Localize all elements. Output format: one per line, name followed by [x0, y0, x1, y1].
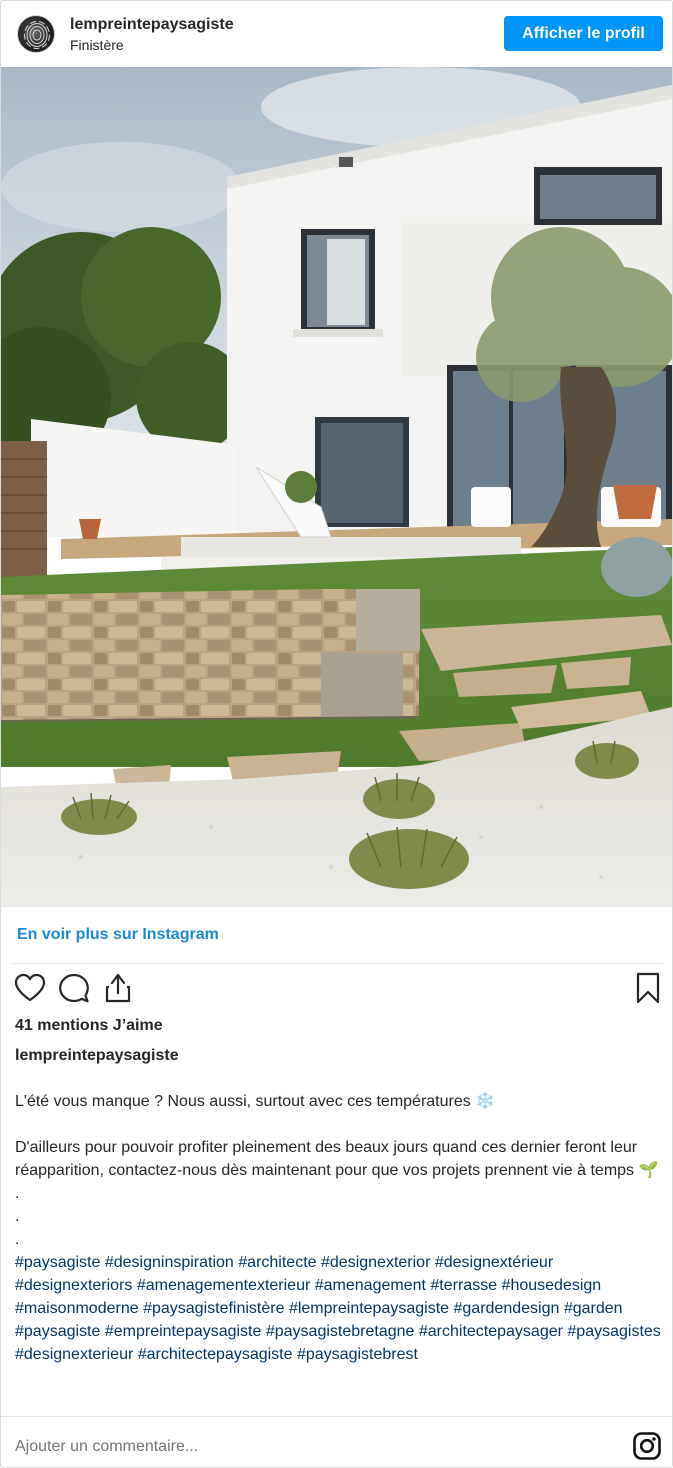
hashtag-link[interactable]: #designexterior: [321, 1254, 430, 1271]
likes-count[interactable]: 41 mentions J’aime: [15, 1017, 163, 1035]
caption-dot: .: [15, 1208, 20, 1225]
avatar[interactable]: [17, 15, 55, 53]
divider: [13, 963, 663, 964]
hashtag-link[interactable]: #empreintepaysagiste: [105, 1323, 262, 1340]
caption-line: L'été vous manque ? Nous aussi, surtout …: [15, 1093, 496, 1110]
header-location[interactable]: Finistère: [70, 37, 124, 53]
hashtag-link[interactable]: #paysagistes: [567, 1323, 660, 1340]
caption-dot: .: [15, 1185, 20, 1202]
caption-username[interactable]: lempreintepaysagiste: [15, 1047, 179, 1065]
heart-icon[interactable]: [13, 971, 47, 1005]
post-header: lempreintepaysagiste Finistère Afficher …: [1, 1, 672, 67]
hashtag-link[interactable]: #lempreintepaysagiste: [289, 1300, 449, 1317]
caption-dot: .: [15, 1231, 20, 1248]
hashtag-link[interactable]: #paysagiste: [15, 1323, 100, 1340]
hashtag-link[interactable]: #paysagistebretagne: [266, 1323, 415, 1340]
caption-paragraph: D'ailleurs pour pouvoir profiter pleinem…: [15, 1139, 659, 1179]
view-profile-button[interactable]: Afficher le profil: [504, 16, 663, 51]
add-comment-input[interactable]: [15, 1435, 615, 1459]
comment-icon[interactable]: [57, 971, 91, 1005]
post-caption: L'été vous manque ? Nous aussi, surtout …: [15, 1090, 665, 1366]
hashtag-link[interactable]: #gardendesign: [454, 1300, 560, 1317]
share-icon[interactable]: [101, 971, 135, 1005]
header-username[interactable]: lempreintepaysagiste: [70, 16, 234, 34]
hashtag-link[interactable]: #paysagistefinistère: [143, 1300, 284, 1317]
hashtag-link[interactable]: #amenagement: [315, 1277, 426, 1294]
hashtag-link[interactable]: #terrasse: [430, 1277, 497, 1294]
hashtag-link[interactable]: #designinspiration: [105, 1254, 234, 1271]
fingerprint-logo-icon: [24, 21, 50, 49]
hashtag-link[interactable]: #amenagementexterieur: [137, 1277, 310, 1294]
hashtag-link[interactable]: #paysagiste: [15, 1254, 100, 1271]
divider: [1, 1416, 672, 1417]
instagram-embed-card: lempreintepaysagiste Finistère Afficher …: [0, 0, 673, 1468]
instagram-icon[interactable]: [632, 1431, 662, 1461]
hashtag-list: #paysagiste #designinspiration #architec…: [15, 1251, 665, 1366]
hashtag-link[interactable]: #paysagistebrest: [297, 1346, 418, 1363]
hashtag-link[interactable]: #designextérieur: [435, 1254, 553, 1271]
hashtag-link[interactable]: #designexteriors: [15, 1277, 132, 1294]
view-more-on-instagram-link[interactable]: En voir plus sur Instagram: [17, 926, 219, 944]
hashtag-link[interactable]: #architecte: [238, 1254, 316, 1271]
hashtag-link[interactable]: #designexterieur: [15, 1346, 133, 1363]
post-image[interactable]: [1, 67, 672, 907]
hashtag-link[interactable]: #housedesign: [502, 1277, 602, 1294]
bookmark-icon[interactable]: [631, 971, 665, 1005]
hashtag-link[interactable]: #garden: [564, 1300, 623, 1317]
hashtag-link[interactable]: #architectepaysager: [419, 1323, 563, 1340]
hashtag-link[interactable]: #architectepaysagiste: [138, 1346, 293, 1363]
hashtag-link[interactable]: #maisonmoderne: [15, 1300, 139, 1317]
